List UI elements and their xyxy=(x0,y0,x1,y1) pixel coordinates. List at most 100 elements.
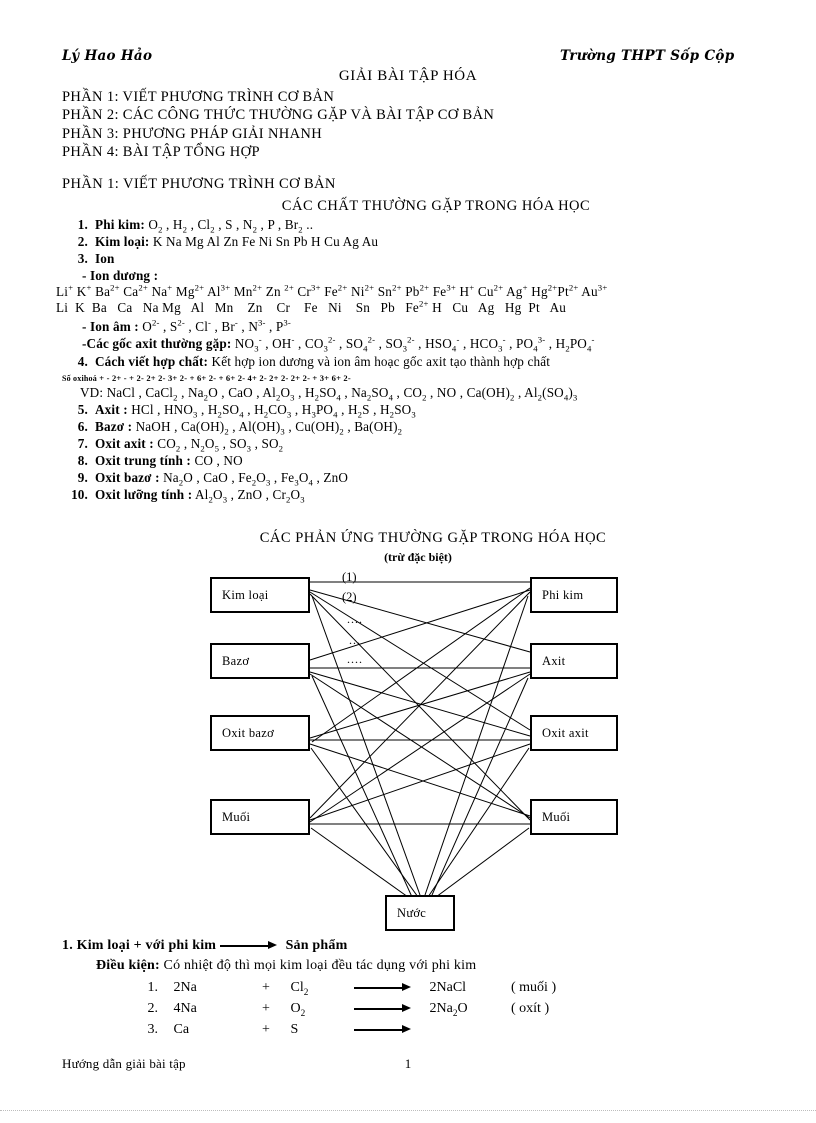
equation-list: 1. 2Na + Cl2 2NaCl ( muối ) 2. 4Na + O2 … xyxy=(136,978,557,1041)
equation-row: 3. Ca + S xyxy=(136,1020,556,1041)
item-value: Na2O , CaO , Fe2O3 , Fe3O4 , ZnO xyxy=(163,470,348,488)
list-item: 1. Phi kim: O2 , H2 , Cl2 , S , N2 , P , … xyxy=(62,216,782,235)
list-item: 2. Kim loại: K Na Mg Al Zn Fe Ni Sn Pb H … xyxy=(62,233,782,250)
equation-number: 2. xyxy=(147,1001,159,1017)
diagram-node-phi-kim[interactable]: Phi kim xyxy=(530,577,618,613)
equation-plus: + xyxy=(262,980,270,996)
oxidation-values: + - 2+ - + 2- 2+ 2- 3+ 2- + 6+ 2- + 6+ 2… xyxy=(99,372,351,383)
edge-label-2: (2) xyxy=(342,590,357,604)
item-value: Kết hợp ion dương và ion âm hoạc gốc axi… xyxy=(211,353,551,369)
oxidation-label: Số oxihoá xyxy=(62,373,97,383)
equation-row: 1. 2Na + Cl2 2NaCl ( muối ) xyxy=(136,978,557,999)
equation-number: 1. xyxy=(147,980,159,996)
part-line-3: PHẦN 3: PHƯƠNG PHÁP GIẢI NHANH xyxy=(62,125,323,142)
part-line-4: PHẦN 4: BÀI TẬP TỔNG HỢP xyxy=(62,144,260,161)
item-label: Cách viết hợp chất: xyxy=(95,353,209,369)
section-subheading-substances: CÁC CHẤT THƯỜNG GẶP TRONG HÓA HỌC xyxy=(281,198,591,214)
diagram-node-muoi-left[interactable]: Muối xyxy=(210,799,310,835)
header-school: Trường THPT Sốp Cộp xyxy=(560,48,735,64)
item-number: 2. xyxy=(77,234,88,250)
list-item: 9. Oxit bazơ : Na2O , CaO , Fe2O3 , Fe3O4… xyxy=(62,469,782,488)
header-author: Lý Hao Hảo xyxy=(62,48,153,64)
diagram-subtitle: (trừ đặc biệt) xyxy=(384,550,452,564)
list-item: 3. Ion xyxy=(62,250,782,267)
item-number: 1. xyxy=(77,217,88,232)
diagram-title: CÁC PHẢN ỨNG THƯỜNG GẶP TRONG HÓA HỌC xyxy=(259,530,607,546)
goc-axit-value: NO3- , OH- , CO32- , SO42- , SO32- , HSO… xyxy=(234,335,595,355)
diagram-node-nuoc[interactable]: Nước xyxy=(385,895,455,931)
item-label: Ion xyxy=(95,251,115,267)
equation-note: ( oxít ) xyxy=(511,1001,550,1017)
list-item: 8. Oxit trung tính : CO , NO xyxy=(62,452,782,469)
item-number: 9. xyxy=(77,470,88,486)
edge-label-1: (1) xyxy=(342,570,357,584)
item-number: 7. xyxy=(77,435,88,451)
equation-reactant-a: Ca xyxy=(173,1022,190,1038)
arrow-icon xyxy=(354,983,416,992)
equation-row: 2. 4Na + O2 2Na2O ( oxít ) xyxy=(136,999,556,1020)
reaction-heading-right: Sản phẩm xyxy=(285,938,348,953)
item-label: Phi kim: xyxy=(95,217,145,232)
equation-reactant-a: 2Na xyxy=(173,980,197,996)
diagram-node-muoi-right[interactable]: Muối xyxy=(530,799,618,835)
diagram-node-oxit-axit[interactable]: Oxit axit xyxy=(530,715,618,751)
parts-list: PHẦN 1: VIẾT PHƯƠNG TRÌNH CƠ BẢN PHẦN 2:… xyxy=(62,88,762,162)
diagram-node-oxit-bazo[interactable]: Oxit bazơ xyxy=(210,715,310,751)
substances-list: 1. Phi kim: O2 , H2 , Cl2 , S , N2 , P , … xyxy=(56,216,782,505)
page-title: GIẢI BÀI TẬP HÓA xyxy=(338,68,478,84)
equation-product: 2NaCl xyxy=(429,980,467,996)
part-line-2: PHẦN 2: CÁC CÔNG THỨC THƯỜNG GẶP VÀ BÀI … xyxy=(62,107,495,124)
page-bottom-divider xyxy=(0,1110,816,1111)
list-item: 6. Bazơ : NaOH , Ca(OH)2 , Al(OH)3 , Cu(O… xyxy=(62,418,782,436)
list-item: 4. Cách viết hợp chất: Kết hợp ion dương … xyxy=(62,353,782,370)
ion-duong-row-2: Li K Ba Ca Na Mg Al Mn Zn Cr Fe Ni Sn Pb… xyxy=(56,298,567,316)
reaction-condition: Điều kiện: Có nhiệt độ thì mọi kim loại … xyxy=(96,958,476,974)
section-heading-part1: PHẦN 1: VIẾT PHƯƠNG TRÌNH CƠ BẢN xyxy=(62,176,336,192)
page-number: 1 xyxy=(404,1056,412,1071)
list-item: 7. Oxit axit : CO2 , N2O5 , SO3 , SO2 xyxy=(62,435,782,454)
equation-number: 3. xyxy=(147,1022,159,1038)
ion-duong-row-1: Li+ K+ Ba2+ Ca2+ Na+ Mg2+ Al3+ Mn2+ Zn 2… xyxy=(56,282,608,300)
item-label: Axit : xyxy=(95,401,128,417)
reaction-heading: 1. Kim loại + với phi kim Sản phẩm xyxy=(62,938,347,954)
part-line-1: PHẦN 1: VIẾT PHƯƠNG TRÌNH CƠ BẢN xyxy=(62,89,335,105)
item-label: Oxit lưỡng tính : xyxy=(95,487,193,503)
item-number: 5. xyxy=(77,401,88,417)
oxidation-number-row: Số oxihoá + - 2+ - + 2- 2+ 2- 3+ 2- + 6+… xyxy=(62,373,782,384)
item-label: Bazơ : xyxy=(95,418,133,434)
item-label: Oxit trung tính : xyxy=(95,453,191,469)
ion-am-value: O2- , S2- , Cl- , Br- , N3- , P3- xyxy=(142,317,291,335)
reaction-heading-left: Kim loại + với phi kim xyxy=(76,938,217,953)
equation-reactant-b: S xyxy=(290,1022,299,1038)
goc-axit-row: -Các gốc axit thường gặp: NO3- , OH- , C… xyxy=(62,335,782,355)
arrow-icon xyxy=(219,941,282,950)
equation-product: 2Na2O xyxy=(429,1001,468,1019)
edge-label-dots-2: ... xyxy=(349,633,361,647)
equation-reactant-a: 4Na xyxy=(173,1001,197,1017)
item-value: CO2 , N2O5 , SO3 , SO2 xyxy=(157,435,284,454)
ion-am-label: - Ion âm : xyxy=(82,319,139,335)
item-value: Al2O3 , ZnO , Cr2O3 xyxy=(195,487,305,505)
equation-note: ( muối ) xyxy=(511,980,557,996)
arrow-icon xyxy=(354,1025,416,1034)
equation-plus: + xyxy=(262,1001,270,1017)
diagram-node-kim-loai[interactable]: Kim loại xyxy=(210,577,310,613)
item-number: 6. xyxy=(77,418,88,434)
item-label: Kim loại: xyxy=(95,234,150,250)
item-label: Oxit axit : xyxy=(95,435,154,451)
diagram-node-bazo[interactable]: Bazơ xyxy=(210,643,310,679)
ion-duong-label: - Ion dương : xyxy=(82,268,159,284)
equation-reactant-b: Cl2 xyxy=(290,980,309,998)
item-value: O2 , H2 , Cl2 , S , N2 , P , Br2 .. xyxy=(148,217,314,235)
goc-axit-label: -Các gốc axit thường gặp: xyxy=(82,336,232,352)
edge-label-dots-3: .... xyxy=(347,652,363,666)
item-value: K Na Mg Al Zn Fe Ni Sn Pb H Cu Ag Au xyxy=(152,234,379,250)
reaction-heading-number: 1. xyxy=(62,938,73,953)
diagram-node-axit[interactable]: Axit xyxy=(530,643,618,679)
equation-plus: + xyxy=(262,1022,270,1038)
edge-label-dots-1: .... xyxy=(347,612,363,626)
document-page: Lý Hao Hảo Trường THPT Sốp Cộp GIẢI BÀI … xyxy=(0,0,816,1123)
item-value: HCl , HNO3 , H2SO4 , H2CO3 , H3PO4 , H2S… xyxy=(131,401,416,420)
reaction-condition-text: Có nhiệt độ thì mọi kim loại đều tác dụn… xyxy=(163,958,477,973)
item-number: 10. xyxy=(71,487,88,503)
